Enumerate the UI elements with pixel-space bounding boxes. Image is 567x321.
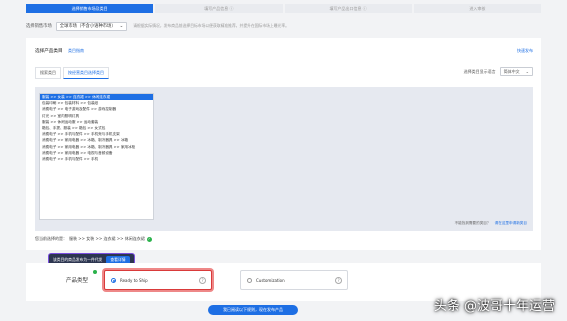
category-list[interactable]: 服装 >> 女装 >> 连衣裙 >> 休闲连衣裙 包装印刷 >> 包装材料 >>… [39, 93, 154, 220]
category-tabs: 搜索类目 按经营类目选择类目 [35, 67, 109, 79]
market-label: 选择销售市场 [26, 24, 52, 29]
tab-search-category[interactable]: 搜索类目 [35, 67, 61, 79]
step-2: 填写产品信息 ⓘ [155, 4, 283, 13]
card-title: 选择产品类目 类目指南 [35, 48, 84, 54]
option-label: Ready to Ship [120, 277, 148, 283]
watermark: 头条 @波哥十年运营 [433, 299, 555, 314]
tooltip-text: 该类目的商品发布为一件代发 [53, 256, 103, 262]
selected-label: 您当前选择的是： [35, 236, 67, 241]
category-guide-link[interactable]: 类目指南 [68, 48, 84, 53]
language-selector: 选择类目显示语言 简体中文 ⌄ [464, 67, 533, 76]
tab-business-category[interactable]: 按经营类目选择类目 [63, 67, 109, 79]
quick-publish-link[interactable]: 快速发布 [517, 48, 533, 54]
market-hint: 请根据实际情况，发布商品前选择目标市场以便获取精准推荐，并提升在国际市场上曝光率… [133, 23, 289, 28]
option-customization[interactable]: Customization ? [240, 270, 348, 290]
card-title-text: 选择产品类目 [35, 49, 63, 54]
question-icon[interactable]: ? [199, 277, 206, 284]
language-value: 简体中文 [503, 68, 520, 74]
product-type-label: 产品类型 [66, 278, 89, 284]
language-label: 选择类目显示语言 [463, 68, 496, 74]
radio-icon [247, 277, 252, 283]
selected-category: 您当前选择的是： 服装 >> 女装 >> 连衣裙 >> 休闲连衣裙 ✓ [35, 236, 152, 242]
step-2-label: 填写产品信息 ⓘ [204, 5, 234, 11]
step-1-label: 选择销售市场及类目 [71, 5, 108, 11]
selected-value: 服装 >> 女装 >> 连衣裙 >> 休闲连衣裙 [69, 236, 145, 241]
not-found-row: 不能找到需要的类目？ 请在这里申请新类目 [455, 221, 527, 226]
publish-button[interactable]: 我已阅读以下规则，现在发布产品 [208, 305, 298, 315]
step-3: 填写产品出口信息 ⓘ [284, 4, 412, 13]
market-select[interactable]: 全球市场（不含小语种市场） ⌄ [55, 21, 128, 31]
check-icon: ✓ [146, 236, 152, 242]
step-4-label: 进入审核 [469, 5, 486, 11]
publish-product-page: 选择销售市场及类目 填写产品信息 ⓘ 填写产品出口信息 ⓘ 进入审核 选择销售市… [0, 0, 567, 321]
status-dot-icon [93, 270, 97, 274]
option-ready-to-ship[interactable]: Ready to Ship ? [104, 270, 212, 290]
step-4: 进入审核 [413, 4, 541, 13]
chevron-down-icon: ⌄ [525, 69, 529, 74]
market-select-value: 全球市场（不含小语种市场） [59, 24, 116, 29]
question-icon[interactable]: ? [335, 277, 342, 284]
step-1: 选择销售市场及类目 [26, 4, 154, 13]
step-3-label: 填写产品出口信息 ⓘ [329, 5, 367, 11]
not-found-text: 不能找到需要的类目？ [454, 221, 491, 225]
market-row: 选择销售市场 全球市场（不含小语种市场） ⌄ 请根据实际情况，发布商品前选择目标… [26, 20, 289, 32]
chevron-down-icon: ⌄ [119, 23, 124, 29]
language-select[interactable]: 简体中文 ⌄ [499, 67, 533, 76]
list-item[interactable]: 消费电子 >> 手机与配件 >> 手机 [40, 156, 153, 162]
progress-steps: 选择销售市场及类目 填写产品信息 ⓘ 填写产品出口信息 ⓘ 进入审核 [26, 4, 541, 13]
category-card: 选择产品类目 类目指南 快速发布 搜索类目 按经营类目选择类目 选择类目显示语言… [26, 38, 541, 250]
apply-new-category-link[interactable]: 请在这里申请新类目 [495, 221, 527, 225]
category-panel: 服装 >> 女装 >> 连衣裙 >> 休闲连衣裙 包装印刷 >> 包装材料 >>… [35, 87, 533, 231]
option-label: Customization [256, 277, 285, 283]
radio-icon [111, 277, 116, 283]
